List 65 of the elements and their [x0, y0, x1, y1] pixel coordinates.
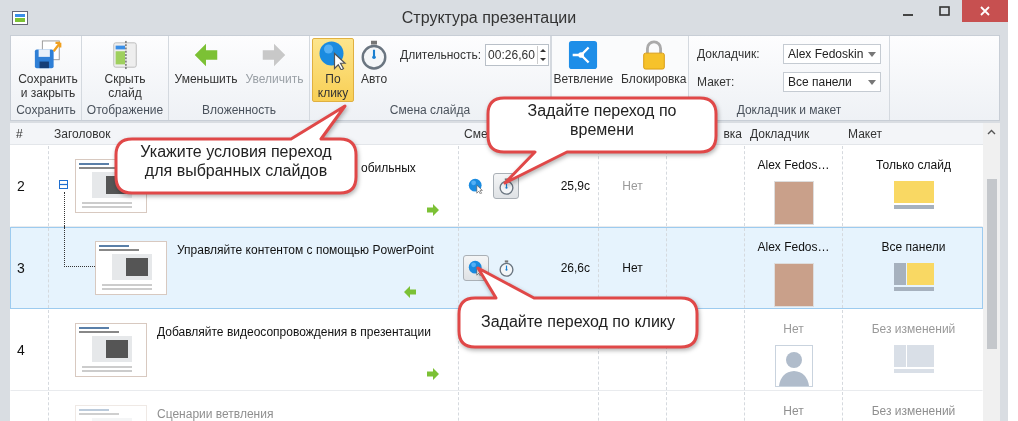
slide-title: Добавляйте видеосопровождения в презентации [157, 325, 431, 339]
duration-label: Длительность: [400, 48, 482, 62]
slide-title: обильных [361, 161, 416, 175]
caret-icon [868, 79, 876, 85]
speaker-name: Нет [783, 404, 804, 418]
caret-icon [868, 51, 876, 57]
maximize-icon [938, 6, 950, 16]
close-icon [980, 6, 990, 16]
group-label: Сохранить [15, 102, 77, 119]
duration-field[interactable]: 00:26,60 [485, 44, 549, 66]
hidden-slide-icon [110, 40, 140, 70]
branching-icon [568, 40, 599, 70]
group-label: Отображение [85, 102, 165, 119]
column-header: Докладчик [750, 127, 810, 141]
layout-name: Без изменений [871, 322, 956, 336]
right-arrow-icon[interactable] [427, 368, 439, 380]
stopwatch-icon [497, 259, 515, 277]
layout-dropdown[interactable]: Все панели [783, 72, 881, 92]
auto-button[interactable]: Авто [356, 38, 392, 88]
window-title: Структура презентации [400, 8, 578, 27]
on-click-button[interactable]: По клику [312, 38, 354, 102]
slide-number: 3 [17, 260, 25, 276]
column-header: вка [723, 127, 742, 141]
collapse-toggle[interactable] [59, 180, 68, 189]
duration-value: 25,9с [560, 179, 591, 193]
layout-label: Макет: [697, 75, 736, 89]
decrease-button[interactable]: Уменьшить [171, 38, 241, 88]
slide-thumbnail [75, 323, 147, 377]
slide-number: 4 [17, 342, 25, 358]
layout-name: Все панели [881, 240, 946, 254]
column-header: Макет [848, 127, 882, 141]
column-header: Заголовок [54, 127, 111, 141]
click-icon [318, 40, 348, 70]
scroll-up-icon[interactable] [987, 129, 996, 135]
speaker-name: Нет [783, 322, 804, 336]
save-close-button[interactable]: Сохранить и закрыть [13, 38, 83, 102]
slide-number: 2 [17, 178, 25, 194]
column-header: # [16, 127, 23, 141]
presenter-dropdown[interactable]: Alex Fedoskin [783, 44, 881, 64]
branching-button[interactable]: Ветвление [550, 38, 617, 88]
slide-title: Сценарии ветвления [157, 407, 274, 421]
layout-name: Только слайд [876, 158, 951, 172]
speaker-name: Alex Fedos… [757, 158, 830, 172]
group-label: Вложенность [200, 102, 278, 119]
branching-value: Нет [622, 179, 643, 193]
slide-row[interactable]: 3 Управляйте контентом с помощью PowerPoint 26,6с Нет Alex Fedos… Все панели [10, 227, 983, 309]
click-icon [468, 178, 484, 194]
hide-slide-button[interactable]: Скрыть слайд [90, 38, 160, 102]
duration-value: 26,6с [560, 261, 591, 275]
scrollbar[interactable] [983, 123, 1000, 421]
lock-button[interactable]: Блокировка [618, 38, 690, 88]
minimize-icon [903, 14, 913, 16]
floppy-disk-icon [33, 40, 63, 70]
branching-value: Нет [622, 261, 643, 275]
app-icon [12, 10, 28, 25]
slide-thumbnail [95, 241, 167, 295]
group-label: Докладчик и макет [735, 102, 843, 119]
layout-name: Без изменений [871, 404, 956, 418]
speaker-name: Alex Fedos… [757, 240, 830, 254]
presenter-label: Докладчик: [697, 47, 761, 61]
column-header: Сме [464, 127, 488, 141]
stopwatch-icon [359, 40, 389, 70]
slide-title: Управляйте контентом с помощью PowerPoint [177, 243, 434, 257]
right-arrow-icon[interactable] [427, 204, 439, 216]
close-button[interactable] [962, 0, 1008, 22]
